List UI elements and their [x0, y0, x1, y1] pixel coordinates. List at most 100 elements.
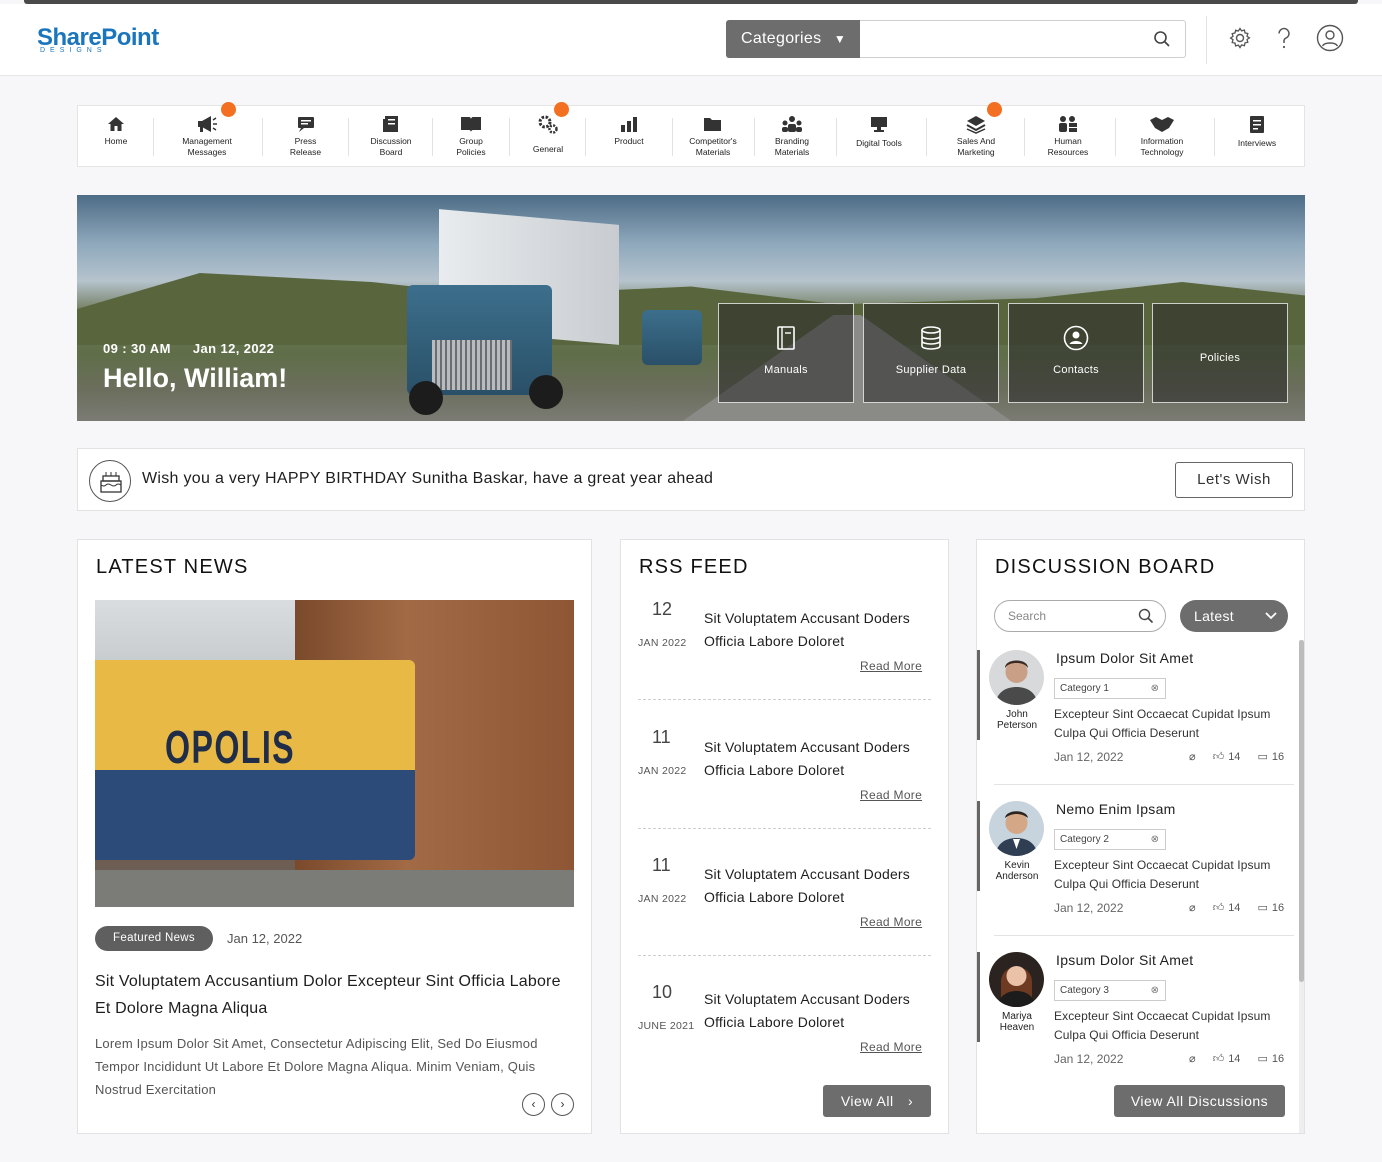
discussion-description: Excepteur Sint Occaecat Cupidat Ipsum Cu… — [1054, 1009, 1271, 1042]
people-icon — [782, 116, 802, 132]
tile-supplier-data[interactable]: Supplier Data — [863, 303, 999, 403]
nav-label: Human Resources — [1047, 136, 1089, 157]
truck-cab-small — [642, 310, 702, 365]
category-tag[interactable]: Category 3 ⊗ — [1054, 980, 1166, 1001]
chevron-down-icon — [1265, 612, 1277, 620]
nav-label: Interviews — [1237, 138, 1277, 148]
discussion-title[interactable]: Nemo Enim Ipsam — [1056, 801, 1176, 817]
rss-day: 10 — [652, 982, 673, 1002]
nav-item-press-release[interactable]: Press Release — [278, 106, 333, 168]
truck-wheel — [409, 381, 443, 415]
news-headline[interactable]: Sit Voluptatem Accusantium Dolor Excepte… — [95, 968, 565, 1022]
rss-item: 11 JAN 2022 Sit Voluptatem Accusant Dode… — [638, 855, 931, 983]
category-tag[interactable]: Category 2 ⊗ — [1054, 829, 1166, 850]
hero-datetime: 09 : 30 AM Jan 12, 2022 — [103, 341, 292, 356]
like-icon[interactable]: 👍︎ — [1213, 751, 1225, 763]
nav-item-group-policies[interactable]: Group Policies — [446, 106, 496, 168]
prev-arrow-button[interactable]: ‹ — [522, 1093, 545, 1116]
tile-contacts[interactable]: Contacts — [1008, 303, 1144, 403]
view-all-discussions-button[interactable]: View All Discussions — [1114, 1085, 1285, 1117]
next-arrow-button[interactable]: › — [551, 1093, 574, 1116]
nav-item-home[interactable]: Home — [90, 106, 142, 168]
avatar — [989, 952, 1044, 1007]
header-divider — [1206, 16, 1207, 64]
view-all-label: View All — [840, 1093, 894, 1109]
logo[interactable]: SharePoint DESIGNS — [37, 24, 159, 54]
clipboard-icon — [1250, 116, 1264, 133]
scrollbar-thumb[interactable] — [1299, 640, 1304, 982]
close-icon[interactable]: ⊗ — [1151, 679, 1159, 698]
rss-title[interactable]: Sit Voluptatem Accusant Doders Officia L… — [704, 736, 934, 782]
nav-item-product[interactable]: Product — [604, 106, 654, 168]
search-icon[interactable] — [1153, 30, 1171, 48]
rss-title[interactable]: Sit Voluptatem Accusant Doders Officia L… — [704, 988, 934, 1034]
discussion-title[interactable]: Ipsum Dolor Sit Amet — [1056, 952, 1194, 968]
section-title: DISCUSSION BOARD — [995, 556, 1216, 578]
nav-label: Management Messages — [182, 136, 232, 157]
category-tag[interactable]: Category 1 ⊗ — [1054, 678, 1166, 699]
search-icon[interactable] — [1138, 608, 1154, 624]
read-more-link[interactable]: Read More — [860, 915, 922, 929]
read-more-link[interactable]: Read More — [860, 788, 922, 802]
divider — [638, 955, 931, 956]
attachment-icon[interactable]: ⌀ — [1189, 751, 1196, 763]
notification-badge — [987, 102, 1002, 117]
tile-policies[interactable]: Policies — [1152, 303, 1288, 403]
categories-dropdown[interactable]: Categories ▼ — [726, 20, 860, 58]
nav-item-competitors-materials[interactable]: Competitor's Materials — [682, 106, 744, 168]
discussion-date: Jan 12, 2022 — [1054, 750, 1124, 764]
discussion-item[interactable]: Kevin Anderson Nemo Enim Ipsam Category … — [977, 801, 1295, 949]
discussion-search-input[interactable]: Search — [994, 600, 1166, 632]
nav-item-digital-tools[interactable]: Digital Tools — [850, 106, 908, 168]
attachment-icon[interactable]: ⌀ — [1189, 902, 1196, 914]
rss-feed-card: RSS FEED 12 JAN 2022 Sit Voluptatem Accu… — [620, 539, 949, 1134]
like-icon[interactable]: 👍︎ — [1213, 902, 1225, 914]
comment-icon[interactable]: ▭ — [1258, 751, 1268, 763]
discussion-item[interactable]: Mariya Heaven Ipsum Dolor Sit Amet Categ… — [977, 952, 1295, 1100]
like-icon[interactable]: 👍︎ — [1213, 1053, 1225, 1065]
close-icon[interactable]: ⊗ — [1151, 830, 1159, 849]
author-name: Kevin Anderson — [995, 860, 1039, 882]
nav-item-discussion-board[interactable]: Discussion Board — [362, 106, 420, 168]
comment-icon[interactable]: ▭ — [1258, 902, 1268, 914]
active-indicator — [977, 650, 980, 740]
hero-time: 09 : 30 AM — [103, 341, 171, 356]
help-icon[interactable] — [1274, 26, 1294, 50]
nav-item-sales-and-marketing[interactable]: Sales And Marketing — [948, 102, 1004, 168]
top-search-input[interactable] — [860, 20, 1186, 58]
sort-dropdown[interactable]: Latest — [1180, 600, 1288, 632]
rss-title[interactable]: Sit Voluptatem Accusant Doders Officia L… — [704, 607, 934, 653]
tile-manuals[interactable]: Manuals — [718, 303, 854, 403]
manual-icon — [777, 326, 795, 350]
read-more-link[interactable]: Read More — [860, 1040, 922, 1054]
product-icon — [621, 117, 637, 132]
nav-item-general[interactable]: General — [524, 102, 572, 168]
user-icon[interactable] — [1316, 24, 1344, 52]
chevron-right-icon: › — [908, 1093, 914, 1109]
rss-title[interactable]: Sit Voluptatem Accusant Doders Officia L… — [704, 863, 934, 909]
close-icon[interactable]: ⊗ — [1151, 981, 1159, 1000]
nav-label: Information Technology — [1140, 136, 1184, 157]
read-more-link[interactable]: Read More — [860, 659, 922, 673]
discussion-stats: ⌀ 👍︎ 14 ▭ 16 — [1185, 750, 1284, 763]
board-icon — [383, 116, 398, 132]
comment-icon[interactable]: ▭ — [1258, 1053, 1268, 1065]
logo-subtext: DESIGNS — [40, 47, 107, 54]
discussion-item[interactable]: John Peterson Ipsum Dolor Sit Amet Categ… — [977, 650, 1295, 798]
nav-item-information-technology[interactable]: Information Technology — [1128, 106, 1196, 168]
gear-icon[interactable] — [1228, 26, 1252, 50]
nav-item-interviews[interactable]: Interviews — [1230, 106, 1284, 168]
contact-icon — [1063, 325, 1089, 351]
nav-item-management-messages[interactable]: Management Messages — [168, 102, 246, 168]
news-image[interactable]: OPOLIS — [95, 600, 574, 907]
lets-wish-button[interactable]: Let's Wish — [1175, 462, 1293, 498]
nav-item-branding-materials[interactable]: Branding Materials — [766, 106, 818, 168]
discussion-title[interactable]: Ipsum Dolor Sit Amet — [1056, 650, 1194, 666]
attachment-icon[interactable]: ⌀ — [1189, 1053, 1196, 1065]
featured-news-badge[interactable]: Featured News — [95, 926, 213, 951]
nav-label: Branding Materials — [774, 136, 810, 157]
nav-label: General — [532, 144, 564, 154]
notification-badge — [554, 102, 569, 117]
nav-item-human-resources[interactable]: Human Resources — [1040, 106, 1096, 168]
view-all-button[interactable]: View All › — [823, 1085, 931, 1117]
